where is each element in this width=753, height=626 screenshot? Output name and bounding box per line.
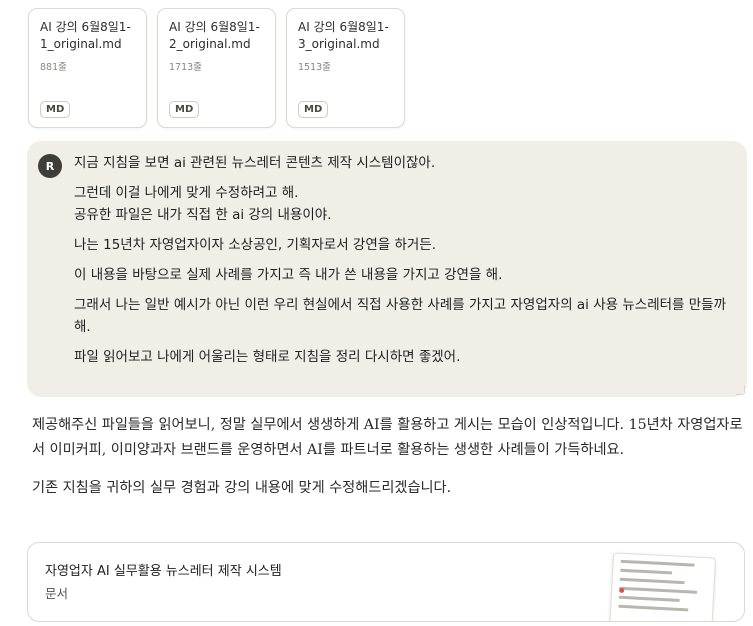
file-name: AI 강의 6월8일1-3_original.md — [298, 20, 389, 51]
avatar[interactable]: R — [38, 154, 62, 178]
artifact-title: 자영업자 AI 실무활용 뉴스레터 제작 시스템 — [45, 564, 282, 579]
message-paragraph: 이 내용을 바탕으로 실제 사례를 가지고 즉 내가 쓴 내용을 가지고 강연을… — [74, 267, 503, 283]
message-paragraph: 공유한 파일은 내가 직접 한 ai 강의 내용이야. — [74, 207, 332, 223]
file-type-badge: MD — [298, 101, 329, 118]
assistant-message: 제공해주신 파일들을 읽어보니, 정말 실무에서 생생하게 AI를 활용하고 게… — [32, 413, 744, 514]
artifact-card[interactable]: 자영업자 AI 실무활용 뉴스레터 제작 시스템 문서 — [27, 542, 745, 622]
message-paragraph: 나는 15년차 자영업자이자 소상공인, 기획자로서 강연을 하거든. — [74, 237, 437, 253]
file-type-badge: MD — [169, 101, 200, 118]
file-line-count: 881줄 — [40, 62, 67, 73]
file-card[interactable]: AI 강의 6월8일1-2_original.md 1713줄 MD — [157, 8, 276, 128]
message-paragraph: 제공해주신 파일들을 읽어보니, 정말 실무에서 생생하게 AI를 활용하고 게… — [32, 417, 743, 458]
message-paragraph: 그래서 나는 일반 예시가 아닌 이런 우리 현실에서 직접 사용한 사례를 가… — [74, 297, 727, 335]
message-paragraph: 파일 읽어보고 나에게 어울리는 형태로 지침을 정리 다시하면 좋겠어. — [74, 349, 461, 365]
message-paragraph: 지금 지침을 보면 ai 관련된 뉴스레터 콘텐츠 제작 시스템이잖아. — [74, 155, 436, 171]
artifact-preview-thumbnail — [608, 552, 717, 621]
message-paragraph: 기존 지침을 귀하의 실무 경험과 강의 내용에 맞게 수정해드리겠습니다. — [32, 480, 452, 496]
chat-view: AI 강의 6월8일1-1_original.md 881줄 MD AI 강의 … — [0, 0, 753, 626]
attached-files: AI 강의 6월8일1-1_original.md 881줄 MD AI 강의 … — [28, 8, 405, 128]
user-message-text: 지금 지침을 보면 ai 관련된 뉴스레터 콘텐츠 제작 시스템이잖아. 그런데… — [74, 152, 739, 376]
file-line-count: 1713줄 — [169, 62, 202, 73]
file-line-count: 1513줄 — [298, 62, 331, 73]
file-card[interactable]: AI 강의 6월8일1-3_original.md 1513줄 MD — [286, 8, 405, 128]
file-card[interactable]: AI 강의 6월8일1-1_original.md 881줄 MD — [28, 8, 147, 128]
file-type-badge: MD — [40, 101, 71, 118]
file-name: AI 강의 6월8일1-2_original.md — [169, 20, 260, 51]
user-message: R 지금 지침을 보면 ai 관련된 뉴스레터 콘텐츠 제작 시스템이잖아. 그… — [27, 141, 747, 397]
resize-corner-icon — [736, 386, 745, 395]
file-name: AI 강의 6월8일1-1_original.md — [40, 20, 131, 51]
message-paragraph: 그런데 이걸 나에게 맞게 수정하려고 해. — [74, 185, 299, 201]
artifact-type: 문서 — [45, 586, 69, 601]
